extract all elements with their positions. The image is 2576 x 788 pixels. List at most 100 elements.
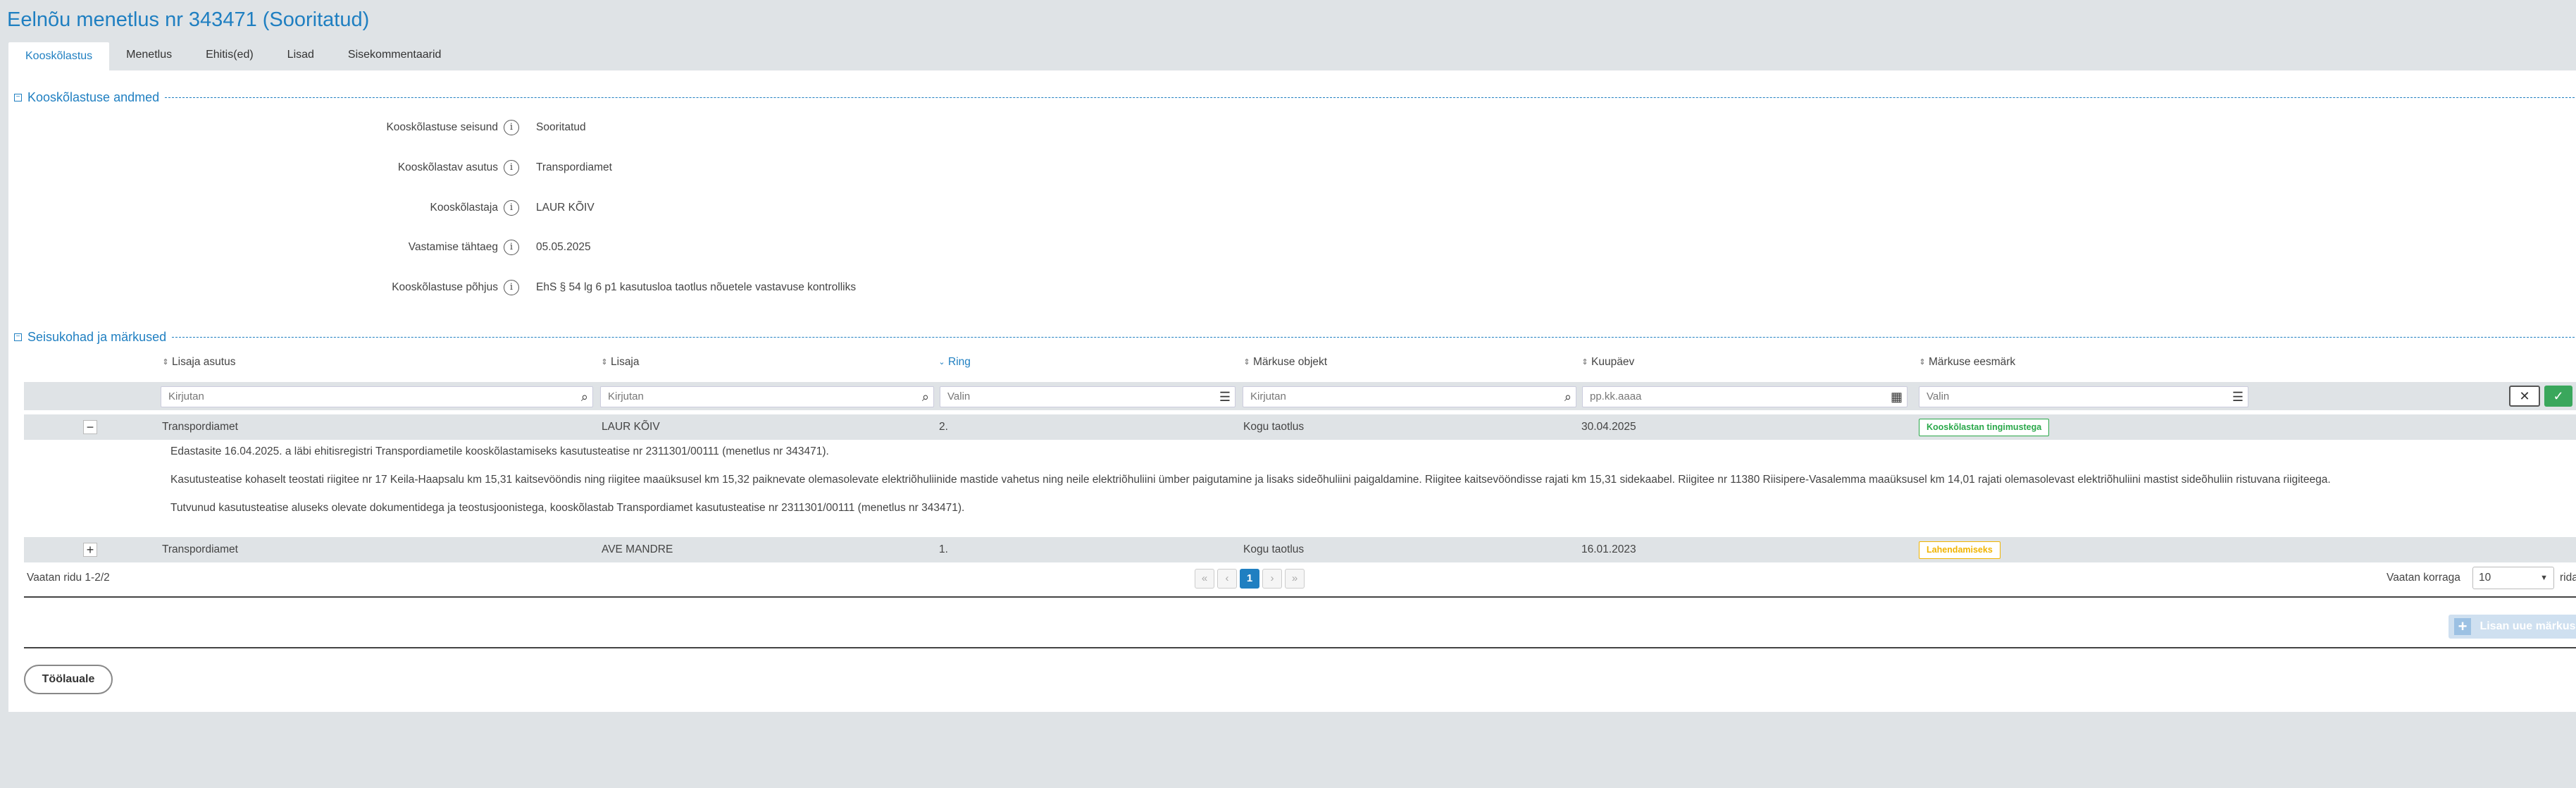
info-icon[interactable]: i xyxy=(504,240,519,255)
column-label: Märkuse objekt xyxy=(1253,356,1328,368)
next-page-button[interactable]: › xyxy=(1262,569,1282,589)
tab-bar: Kooskõlastus Menetlus Ehitis(ed) Lisad S… xyxy=(8,42,458,70)
page-1-button[interactable]: 1 xyxy=(1240,569,1259,589)
column-label: Lisaja xyxy=(611,356,640,368)
sort-icon: ⇕ xyxy=(1581,358,1588,367)
cell-institution: Transpordiamet xyxy=(162,543,238,555)
column-header-author[interactable]: ⇕ Lisaja xyxy=(601,356,640,369)
page-size-value: 10 xyxy=(2479,572,2491,584)
collapse-toggle-icon[interactable]: − xyxy=(14,333,22,341)
plus-icon: + xyxy=(2454,617,2471,635)
cell-object: Kogu taotlus xyxy=(1243,421,1305,433)
tab-kooskolastus[interactable]: Kooskõlastus xyxy=(8,42,110,70)
section-title: Seisukohad ja märkused xyxy=(27,330,167,344)
field-row-reason: Kooskõlastuse põhjus i EhS § 54 lg 6 p1 … xyxy=(0,277,1057,298)
info-icon[interactable]: i xyxy=(504,120,519,135)
prev-page-button[interactable]: ‹ xyxy=(1217,569,1237,589)
search-icon[interactable]: ⌕ xyxy=(581,387,588,407)
collapse-row-icon[interactable]: − xyxy=(83,420,97,434)
page-title: Eelnõu menetlus nr 343471 (Sooritatud) xyxy=(7,8,370,31)
chevron-down-icon: ▼ xyxy=(2540,574,2548,582)
pagination: « ‹ 1 › » xyxy=(1195,569,1305,589)
filter-round-select[interactable]: Valin ☰ xyxy=(940,386,1236,407)
column-header-date[interactable]: ⇕ Kuupäev xyxy=(1581,356,1634,369)
first-page-button[interactable]: « xyxy=(1195,569,1214,589)
page-size-suffix: rida xyxy=(2560,572,2576,584)
sort-desc-icon: ⌄ xyxy=(938,358,945,367)
filter-author-input[interactable]: Kirjutan ⌕ xyxy=(600,386,934,407)
cell-date: 16.01.2023 xyxy=(1581,543,1636,555)
clear-filters-button[interactable]: ✕ xyxy=(2509,386,2540,407)
remark-text: Kasutusteatise kohaselt teostati riigite… xyxy=(170,474,2331,486)
cell-round: 2. xyxy=(939,421,948,433)
cell-date: 30.04.2025 xyxy=(1581,421,1636,433)
field-value: LAUR KÕIV xyxy=(536,202,595,214)
field-label: Vastamise tähtaeg xyxy=(408,241,498,253)
column-label: Lisaja asutus xyxy=(172,356,236,368)
tab-ehitised[interactable]: Ehitis(ed) xyxy=(189,42,270,70)
field-row-status: Kooskõlastuse seisund i Sooritatud xyxy=(0,117,1057,138)
approval-section-header: − Kooskõlastuse andmed xyxy=(14,90,2576,105)
field-row-deadline: Vastamise tähtaeg i 05.05.2025 xyxy=(0,237,1057,258)
column-label: Märkuse eesmärk xyxy=(1929,356,2016,368)
column-label: Kuupäev xyxy=(1591,356,1635,368)
tab-menetlus[interactable]: Menetlus xyxy=(109,42,189,70)
field-value: EhS § 54 lg 6 p1 kasutusloa taotlus nõue… xyxy=(536,281,857,293)
placeholder-text: Valin xyxy=(1927,390,1950,402)
calendar-icon[interactable]: ▦ xyxy=(1891,387,1903,407)
search-icon[interactable]: ⌕ xyxy=(1564,387,1572,407)
field-value: Sooritatud xyxy=(536,121,586,133)
cell-author: AVE MANDRE xyxy=(602,543,673,555)
field-label: Kooskõlastuse seisund xyxy=(386,121,498,133)
remarks-section-header: − Seisukohad ja märkused xyxy=(14,330,2576,345)
cell-author: LAUR KÕIV xyxy=(602,421,660,433)
field-value: Transpordiamet xyxy=(536,161,612,173)
filter-institution-input[interactable]: Kirjutan ⌕ xyxy=(161,386,593,407)
table-row[interactable]: − Transpordiamet LAUR KÕIV 2. Kogu taotl… xyxy=(24,414,2576,440)
column-header-institution[interactable]: ⇕ Lisaja asutus xyxy=(162,356,235,369)
row-count: Vaatan ridu 1-2/2 xyxy=(27,572,110,584)
back-to-dashboard-button[interactable]: Töölauale xyxy=(24,665,113,694)
placeholder-text: Valin xyxy=(947,390,971,402)
section-divider xyxy=(172,337,2576,338)
placeholder-text: Kirjutan xyxy=(1250,390,1286,402)
page-size-select[interactable]: 10 ▼ xyxy=(2472,567,2554,589)
column-header-object[interactable]: ⇕ Märkuse objekt xyxy=(1243,356,1327,369)
list-icon[interactable]: ☰ xyxy=(1219,387,1231,407)
placeholder-text: Kirjutan xyxy=(608,390,644,402)
status-badge: Lahendamiseks xyxy=(1919,541,2001,559)
collapse-toggle-icon[interactable]: − xyxy=(14,94,22,101)
column-header-purpose[interactable]: ⇕ Märkuse eesmärk xyxy=(1919,356,2015,369)
field-label: Kooskõlastuse põhjus xyxy=(392,281,498,293)
sort-icon: ⇕ xyxy=(1243,358,1250,367)
filter-purpose-select[interactable]: Valin ☰ xyxy=(1919,386,2248,407)
info-icon[interactable]: i xyxy=(504,200,519,216)
tab-lisad[interactable]: Lisad xyxy=(270,42,331,70)
section-title: Kooskõlastuse andmed xyxy=(27,90,160,104)
tab-sisekommentaarid[interactable]: Sisekommentaarid xyxy=(331,42,459,70)
add-remark-button[interactable]: + Lisan uue märkuse xyxy=(2449,615,2576,639)
filter-object-input[interactable]: Kirjutan ⌕ xyxy=(1243,386,1576,407)
field-label: Kooskõlastaja xyxy=(430,202,498,214)
apply-filters-button[interactable]: ✓ xyxy=(2544,386,2572,407)
table-bottom-divider xyxy=(24,596,2576,598)
column-label: Ring xyxy=(948,356,971,368)
last-page-button[interactable]: » xyxy=(1285,569,1305,589)
field-row-approver: Kooskõlastaja i LAUR KÕIV xyxy=(0,197,1057,218)
search-icon[interactable]: ⌕ xyxy=(922,387,929,407)
list-icon[interactable]: ☰ xyxy=(2232,387,2244,407)
sort-icon: ⇕ xyxy=(1919,358,1926,367)
table-row[interactable]: + Transpordiamet AVE MANDRE 1. Kogu taot… xyxy=(24,537,2576,562)
remark-text: Edastasite 16.04.2025. a läbi ehitisregi… xyxy=(170,445,829,457)
status-badge: Kooskõlastan tingimustega xyxy=(1919,419,2050,436)
filter-date-input[interactable]: pp.kk.aaaa ▦ xyxy=(1582,386,1908,407)
section-divider xyxy=(165,97,2576,98)
info-icon[interactable]: i xyxy=(504,280,519,295)
field-label: Kooskõlastav asutus xyxy=(397,161,498,173)
placeholder-text: Kirjutan xyxy=(168,390,204,402)
info-icon[interactable]: i xyxy=(504,160,519,176)
field-value: 05.05.2025 xyxy=(536,241,591,253)
column-header-round[interactable]: ⌄ Ring xyxy=(938,356,971,369)
placeholder-text: pp.kk.aaaa xyxy=(1590,390,1642,402)
expand-row-icon[interactable]: + xyxy=(83,543,97,557)
